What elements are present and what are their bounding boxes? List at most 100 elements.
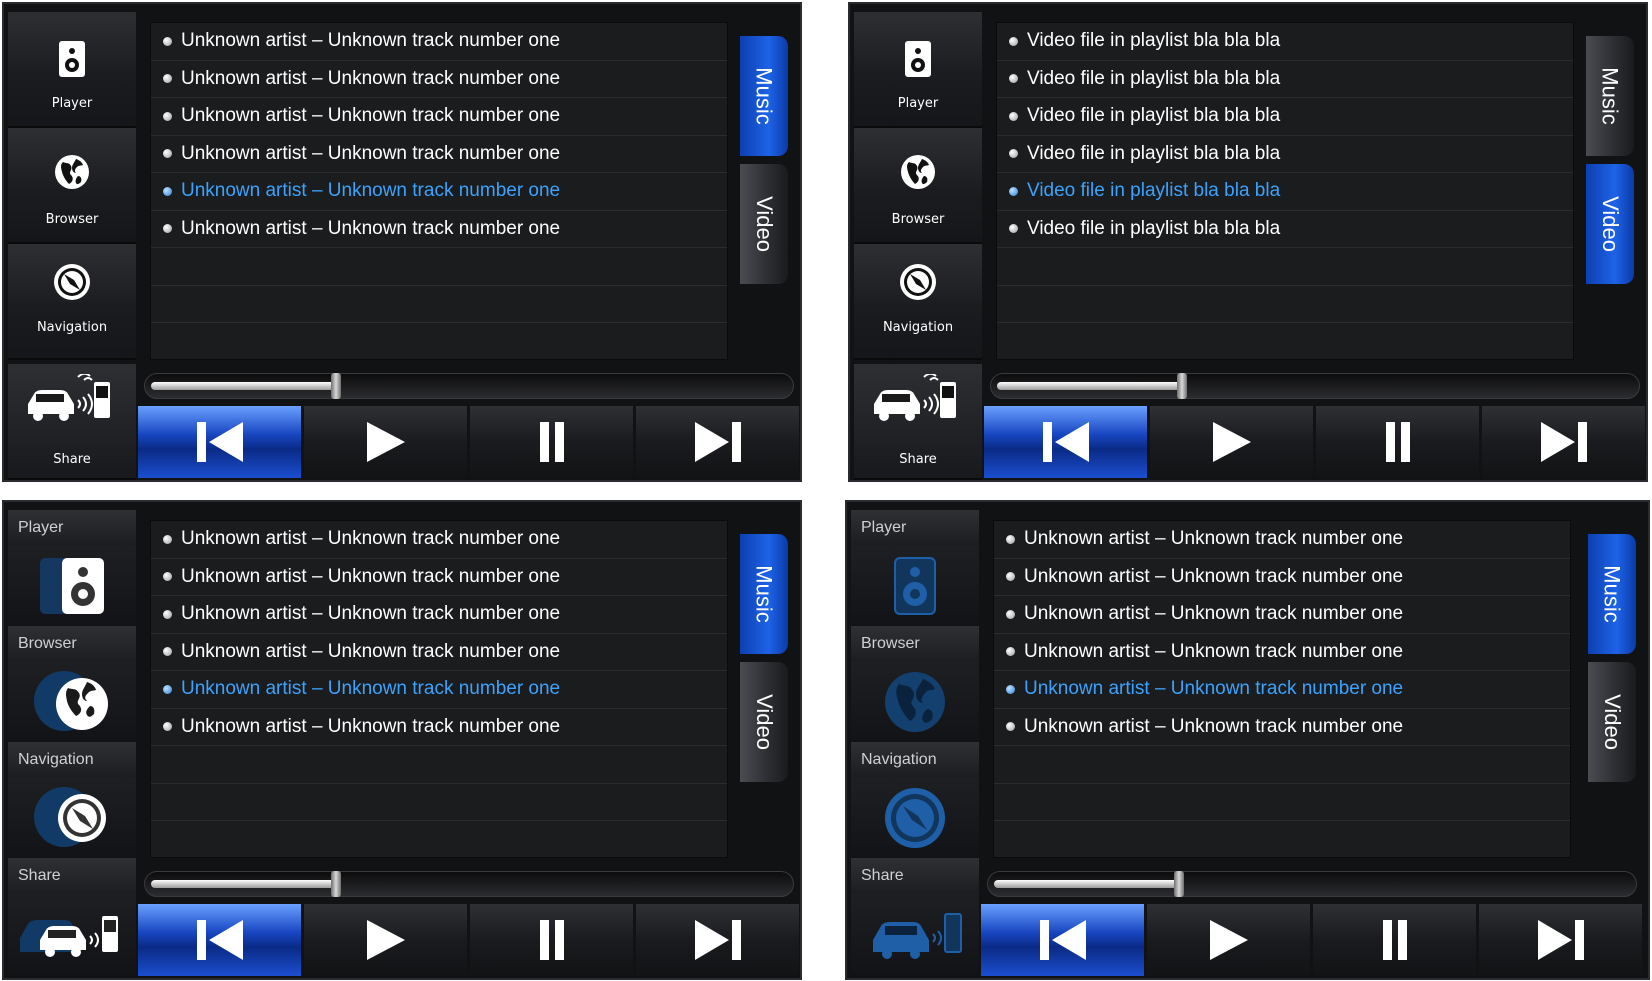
sidebar-item-browser[interactable]: Browser <box>8 128 136 244</box>
player-panel-video-top-right: Player Browser Navigation Share Video fi… <box>848 2 1648 482</box>
bullet-icon <box>163 534 172 544</box>
play-button[interactable] <box>1147 904 1310 976</box>
list-item[interactable]: Unknown artist – Unknown track number on… <box>151 634 727 671</box>
pause-button[interactable] <box>470 406 633 478</box>
list-item[interactable]: Unknown artist – Unknown track number on… <box>151 98 727 136</box>
sidebar-item-share[interactable]: Share <box>851 858 979 974</box>
list-item[interactable]: Unknown artist – Unknown track number on… <box>994 634 1570 671</box>
bullet-icon <box>163 186 172 196</box>
list-item[interactable]: Unknown artist – Unknown track number on… <box>151 521 727 559</box>
list-item[interactable]: Unknown artist – Unknown track number on… <box>151 136 727 173</box>
sidebar-item-label: Navigation <box>36 320 108 335</box>
list-item[interactable]: Video file in playlist bla bla bla <box>997 61 1573 98</box>
sidebar-item-label: Player <box>51 96 93 111</box>
pause-icon <box>1385 422 1410 462</box>
tabs: Music Video <box>740 36 788 292</box>
sidebar-item-navigation[interactable]: Navigation <box>8 244 136 360</box>
tab-video[interactable]: Video <box>740 164 788 284</box>
empty-row <box>151 746 727 784</box>
list-item[interactable]: Unknown artist – Unknown track number on… <box>994 559 1570 596</box>
tab-video[interactable]: Video <box>740 662 788 782</box>
sidebar-item-navigation[interactable]: Navigation <box>8 742 136 858</box>
skip-back-icon <box>196 920 243 960</box>
sidebar-item-browser[interactable]: Browser <box>851 626 979 742</box>
list-item[interactable]: Unknown artist – Unknown track number on… <box>994 521 1570 559</box>
list-item[interactable]: Video file in playlist bla bla bla <box>997 23 1573 61</box>
list-item[interactable]: Unknown artist – Unknown track number on… <box>994 596 1570 634</box>
tab-video[interactable]: Video <box>1586 164 1634 284</box>
speaker-icon <box>59 41 85 77</box>
bullet-icon <box>163 149 172 159</box>
tab-music[interactable]: Music <box>1586 36 1634 156</box>
tab-music[interactable]: Music <box>1588 534 1636 654</box>
sidebar-item-browser[interactable]: Browser <box>8 626 136 742</box>
list-item-selected[interactable]: Unknown artist – Unknown track number on… <box>994 671 1570 709</box>
seek-handle[interactable] <box>331 373 341 399</box>
tab-video[interactable]: Video <box>1588 662 1636 782</box>
globe-icon <box>55 155 89 189</box>
previous-button[interactable] <box>138 904 301 976</box>
sidebar-item-navigation[interactable]: Navigation <box>851 742 979 858</box>
next-button[interactable] <box>1482 406 1645 478</box>
compass-icon <box>54 264 90 300</box>
previous-button[interactable] <box>138 406 301 478</box>
list-item[interactable]: Unknown artist – Unknown track number on… <box>151 709 727 746</box>
sidebar-item-share[interactable]: Share <box>854 364 982 480</box>
sidebar-item-label: Share <box>899 452 937 467</box>
sidebar-item-label: Player <box>897 96 939 111</box>
list-item[interactable]: Video file in playlist bla bla bla <box>997 211 1573 248</box>
seek-bar[interactable] <box>990 373 1640 399</box>
next-button[interactable] <box>1479 904 1642 976</box>
sidebar-item-label: Share <box>53 452 91 467</box>
tab-music[interactable]: Music <box>740 534 788 654</box>
skip-back-icon <box>1042 422 1089 462</box>
list-item[interactable]: Video file in playlist bla bla bla <box>997 136 1573 173</box>
playback-controls <box>138 904 799 976</box>
sidebar-item-player[interactable]: Player <box>854 12 982 128</box>
video-title: Video file in playlist bla bla bla <box>1027 67 1281 89</box>
pause-button[interactable] <box>1316 406 1479 478</box>
list-item-selected[interactable]: Unknown artist – Unknown track number on… <box>151 173 727 211</box>
pause-button[interactable] <box>1313 904 1476 976</box>
sidebar: Player Browser Navigation <box>8 12 136 360</box>
seek-handle[interactable] <box>1174 871 1184 897</box>
list-item[interactable]: Unknown artist – Unknown track number on… <box>151 596 727 634</box>
list-item[interactable]: Unknown artist – Unknown track number on… <box>151 559 727 596</box>
sidebar-item-navigation[interactable]: Navigation <box>854 244 982 360</box>
sidebar-item-player[interactable]: Player <box>851 510 979 626</box>
list-item[interactable]: Unknown artist – Unknown track number on… <box>151 211 727 248</box>
play-button[interactable] <box>304 406 467 478</box>
list-item-selected[interactable]: Video file in playlist bla bla bla <box>997 173 1573 211</box>
list-item[interactable]: Video file in playlist bla bla bla <box>997 98 1573 136</box>
seek-bar[interactable] <box>987 871 1637 897</box>
previous-button[interactable] <box>984 406 1147 478</box>
player-panel-blue-bottom-right: Player Browser Navigation Share Unknown … <box>845 500 1650 980</box>
sidebar-item-share[interactable]: Share <box>8 364 136 480</box>
sidebar-item-share[interactable]: Share <box>8 858 136 974</box>
pause-icon <box>1382 920 1407 960</box>
list-item[interactable]: Unknown artist – Unknown track number on… <box>994 709 1570 746</box>
tab-music[interactable]: Music <box>740 36 788 156</box>
next-button[interactable] <box>636 406 799 478</box>
seek-handle[interactable] <box>1177 373 1187 399</box>
next-button[interactable] <box>636 904 799 976</box>
sidebar-item-browser[interactable]: Browser <box>854 128 982 244</box>
seek-handle[interactable] <box>331 871 341 897</box>
video-title: Video file in playlist bla bla bla <box>1027 180 1281 202</box>
list-item[interactable]: Unknown artist – Unknown track number on… <box>151 61 727 98</box>
play-button[interactable] <box>304 904 467 976</box>
pause-button[interactable] <box>470 904 633 976</box>
previous-button[interactable] <box>981 904 1144 976</box>
empty-row <box>151 784 727 821</box>
compass-icon <box>34 787 106 847</box>
sidebar-icon-area <box>851 662 979 742</box>
seek-bar[interactable] <box>144 373 794 399</box>
sidebar-item-player[interactable]: Player <box>8 510 136 626</box>
sidebar-item-player[interactable]: Player <box>8 12 136 128</box>
list-item-selected[interactable]: Unknown artist – Unknown track number on… <box>151 671 727 709</box>
play-button[interactable] <box>1150 406 1313 478</box>
sidebar-icon-area <box>851 778 979 858</box>
seek-bar[interactable] <box>144 871 794 897</box>
list-item[interactable]: Unknown artist – Unknown track number on… <box>151 23 727 61</box>
bullet-icon <box>1009 74 1018 84</box>
